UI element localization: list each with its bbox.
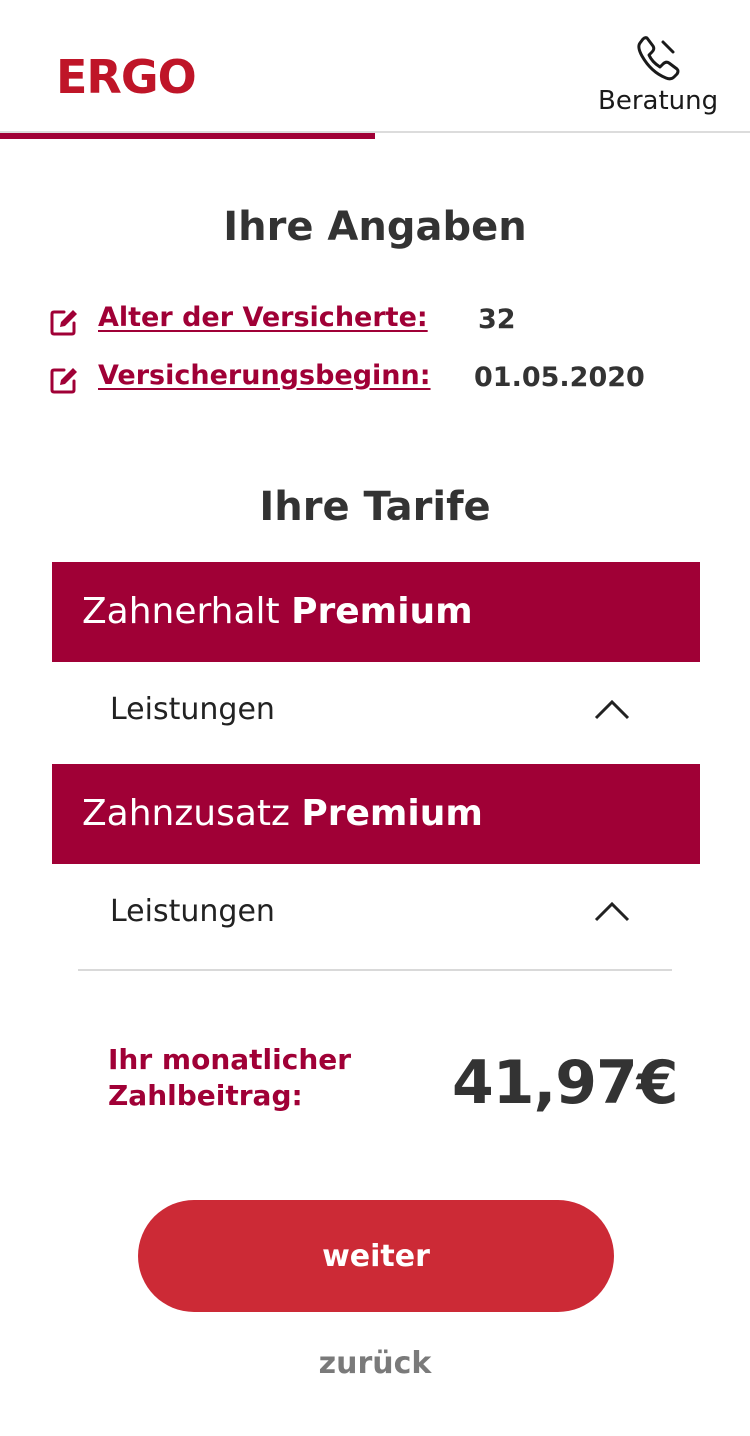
age-value: 32: [478, 304, 516, 335]
tariff-level: Premium: [291, 591, 473, 632]
chevron-up-icon: [594, 901, 630, 922]
details-title: Ihre Angaben: [223, 204, 527, 250]
price-label-line1: Ihr monatlicher: [108, 1043, 352, 1076]
divider: [78, 969, 672, 971]
consultation-button[interactable]: Beratung: [590, 30, 730, 120]
benefits-toggle-zahnzusatz[interactable]: Leistungen: [52, 864, 700, 964]
consultation-label: Beratung: [598, 86, 719, 116]
monthly-premium-label: Ihr monatlicher Zahlbeitrag:: [108, 1042, 408, 1114]
price-label-line2: Zahlbeitrag:: [108, 1079, 303, 1112]
detail-row-age: Alter der Versicherte: 32: [48, 300, 708, 344]
tariff-name: Zahnerhalt: [82, 591, 280, 632]
tariffs-title: Ihre Tarife: [259, 484, 491, 530]
start-date-edit-link[interactable]: Versicherungsbeginn:: [98, 360, 431, 391]
tariff-level: Premium: [301, 793, 483, 834]
next-button[interactable]: weiter: [138, 1200, 614, 1312]
benefits-label: Leistungen: [110, 692, 275, 727]
back-link[interactable]: zurück: [0, 1346, 750, 1381]
monthly-premium-value: 41,97€: [452, 1048, 679, 1118]
tariff-header-zahnzusatz: Zahnzusatz Premium: [52, 764, 700, 864]
benefits-toggle-zahnerhalt[interactable]: Leistungen: [52, 662, 700, 762]
chevron-up-icon: [594, 699, 630, 720]
tariff-name: Zahnzusatz: [82, 793, 290, 834]
edit-icon[interactable]: [48, 306, 80, 338]
header: ERGO Beratung: [0, 0, 750, 140]
edit-icon[interactable]: [48, 364, 80, 396]
detail-row-start-date: Versicherungsbeginn: 01.05.2020: [48, 358, 708, 402]
phone-icon: [637, 36, 680, 81]
ergo-logo[interactable]: ERGO: [56, 50, 197, 104]
progress-bar: [0, 133, 375, 139]
page: ERGO Beratung Ihre Angaben Alter der Ver…: [0, 0, 750, 1436]
tariff-header-zahnerhalt: Zahnerhalt Premium: [52, 562, 700, 662]
start-date-value: 01.05.2020: [474, 362, 645, 393]
age-edit-link[interactable]: Alter der Versicherte:: [98, 302, 428, 333]
benefits-label: Leistungen: [110, 894, 275, 929]
